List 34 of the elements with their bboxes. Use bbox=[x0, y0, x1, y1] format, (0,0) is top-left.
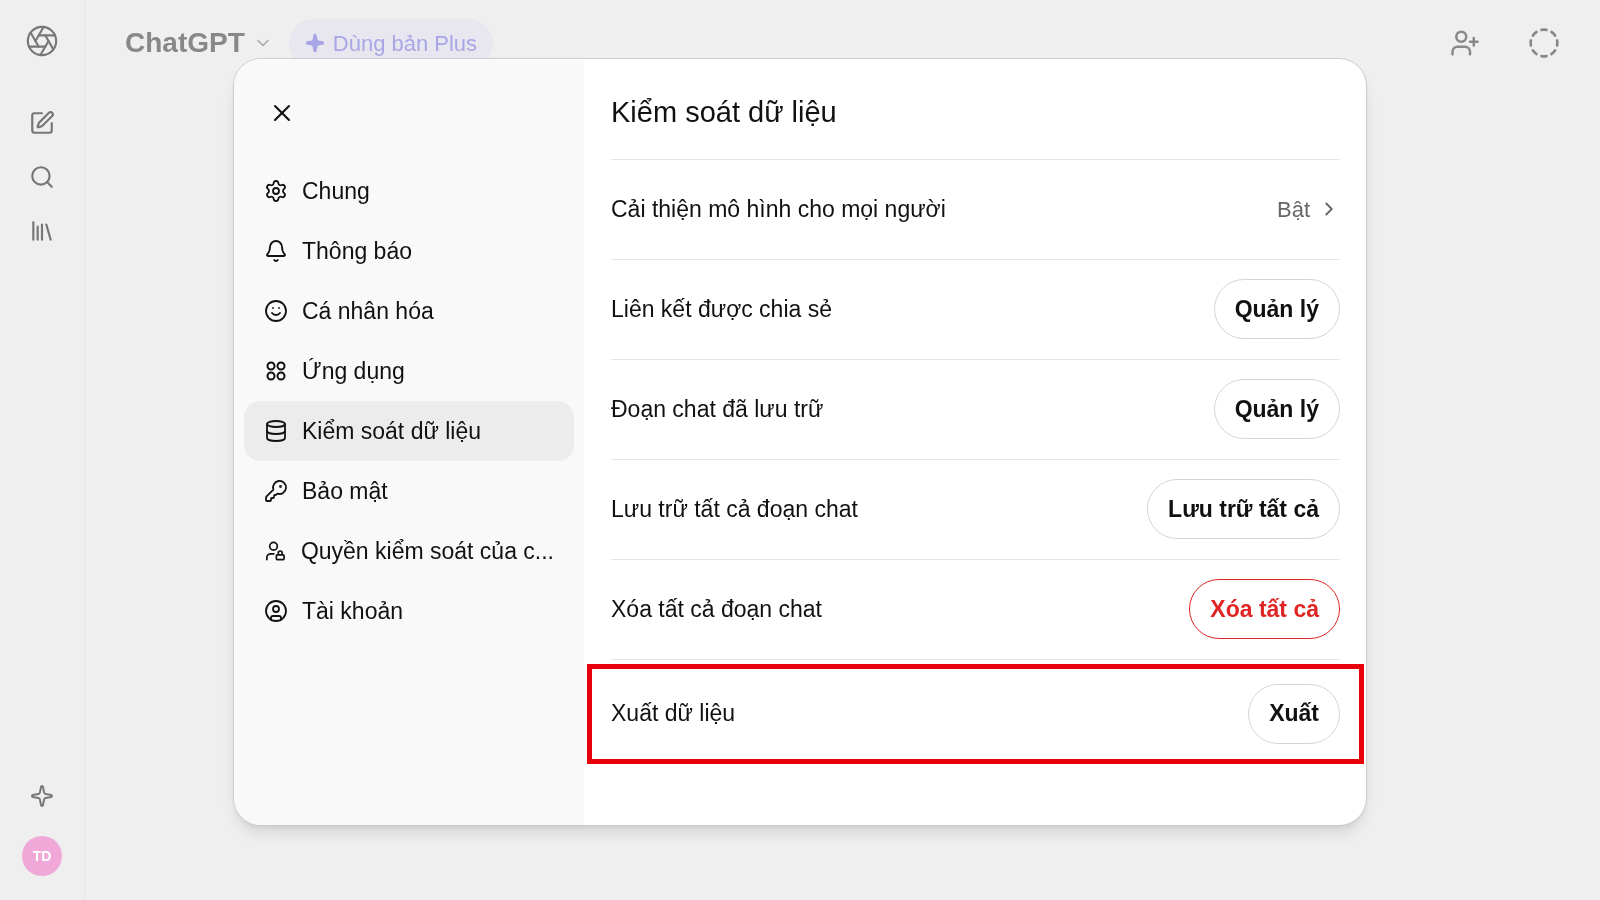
sidebar-item[interactable]: Quyền kiểm soát của c... bbox=[244, 521, 574, 581]
sidebar-item[interactable]: Cá nhân hóa bbox=[244, 281, 574, 341]
search-icon[interactable] bbox=[29, 164, 55, 190]
dialog-title: Kiểm soát dữ liệu bbox=[611, 91, 1340, 160]
sparkle-icon[interactable] bbox=[30, 784, 54, 808]
setting-label: Xuất dữ liệu bbox=[611, 699, 736, 729]
sidebar-item[interactable]: Kiểm soát dữ liệu bbox=[244, 401, 574, 461]
database-icon bbox=[264, 419, 288, 443]
sidebar-item[interactable]: Ứng dụng bbox=[244, 341, 574, 401]
sidebar-item[interactable]: Thông báo bbox=[244, 221, 574, 281]
key-icon bbox=[264, 479, 288, 503]
bell-icon bbox=[264, 239, 288, 263]
smile-icon bbox=[264, 299, 288, 323]
logo-icon[interactable] bbox=[25, 24, 59, 58]
sidebar-item[interactable]: Chung bbox=[244, 161, 574, 221]
sparkle-icon bbox=[304, 33, 325, 53]
setting-label: Đoạn chat đã lưu trữ bbox=[611, 394, 824, 424]
setting-value-link[interactable]: Bật bbox=[1276, 192, 1340, 226]
sidebar-item[interactable]: Bảo mật bbox=[244, 461, 574, 521]
gear-icon bbox=[264, 179, 288, 203]
library-icon[interactable] bbox=[29, 218, 55, 244]
sidebar-item[interactable]: Tài khoản bbox=[244, 581, 574, 641]
dashed-circle-icon[interactable] bbox=[1528, 27, 1560, 59]
setting-label: Liên kết được chia sẻ bbox=[611, 294, 832, 324]
setting-label: Lưu trữ tất cả đoạn chat bbox=[611, 494, 858, 524]
action-button[interactable]: Lưu trữ tất cả bbox=[1147, 479, 1340, 539]
add-user-icon[interactable] bbox=[1450, 28, 1480, 58]
setting-label: Xóa tất cả đoạn chat bbox=[611, 594, 822, 624]
user-lock-icon bbox=[264, 539, 287, 563]
apps-icon bbox=[264, 359, 288, 383]
user-circle-icon bbox=[264, 599, 288, 623]
action-button[interactable]: Xuất bbox=[1248, 683, 1340, 744]
setting-label: Cải thiện mô hình cho mọi người bbox=[611, 194, 946, 224]
new-chat-icon[interactable] bbox=[29, 110, 55, 136]
